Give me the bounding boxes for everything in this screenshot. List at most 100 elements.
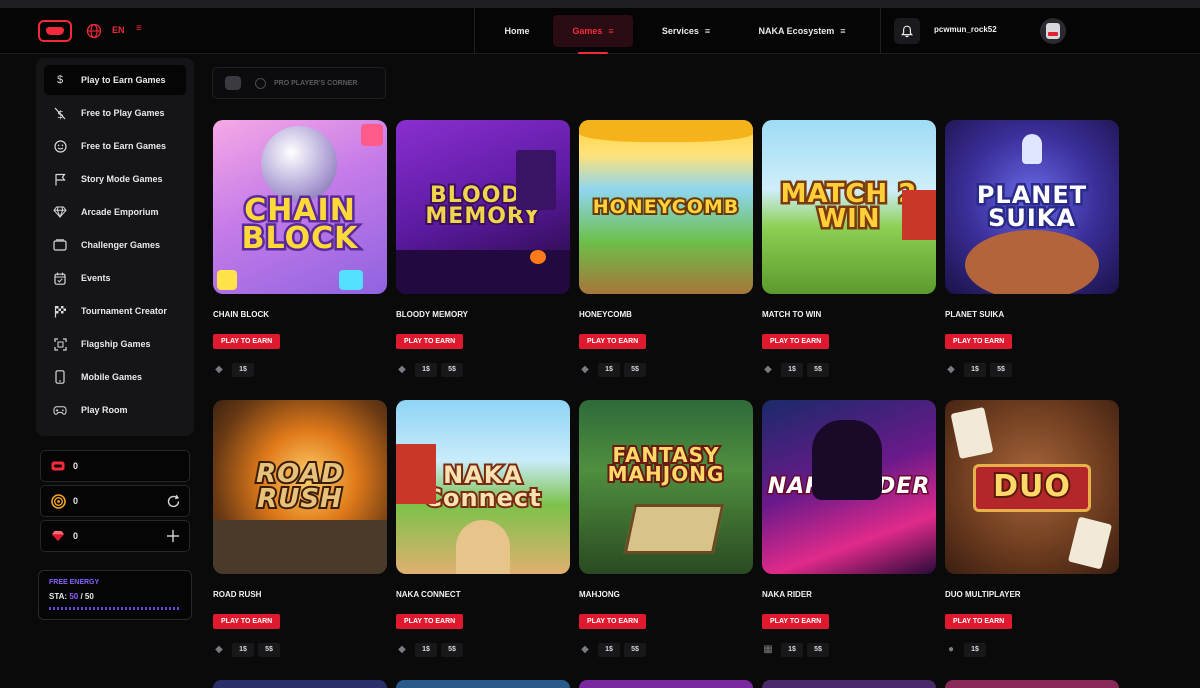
game-card-mahjong[interactable]: FANTASY MAHJONG MAHJONG PLAY TO EARN ◆ 1… [579,400,753,657]
game-title[interactable]: MATCH TO WIN [762,310,821,319]
entry-fee[interactable]: 5$ [441,642,463,657]
notifications-button[interactable] [894,18,920,44]
nav-services[interactable]: Services ≡ [646,15,726,47]
sidebar-item-free-to-play[interactable]: $ Free to Play Games [44,98,186,128]
nav-services-label: Services [661,26,699,36]
ruby-icon [50,528,66,544]
language-menu-icon[interactable]: ≡ [136,23,142,34]
naka-logo-icon[interactable] [38,20,72,42]
game-card-match-to-win[interactable]: MATCH 2 WIN MATCH TO WIN PLAY TO EARN ◆ … [762,120,936,377]
ruby-balance: 0 [40,520,190,552]
sidebar-item-play-room[interactable]: Play Room [44,395,186,425]
entry-fee[interactable]: 1$ [415,642,437,657]
sidebar-item-challenger-games[interactable]: Challenger Games [44,230,186,260]
sidebar-item-play-to-earn[interactable]: $ Play to Earn Games [44,65,186,95]
language-selector[interactable]: EN [112,25,125,35]
nav-naka-ecosystem[interactable]: NAKA Ecosystem ≡ [742,15,862,47]
pro-players-corner-toggle[interactable]: PRO PLAYER'S CORNER [212,67,386,99]
game-card-bloody-memory[interactable]: BLOODY MEMORY BLOODY MEMORY PLAY TO EARN… [396,120,570,377]
sidebar-item-label: Flagship Games [81,339,151,349]
game-title[interactable]: NAKA CONNECT [396,590,461,599]
avatar[interactable] [1040,18,1066,44]
sidebar-item-label: Events [81,273,111,283]
game-card-naka-rider[interactable]: NAKA RIDER NAKA RIDER PLAY TO EARN ▦ 1$ … [762,400,936,657]
nav-games-label: Games [572,26,603,36]
nav-home-label: Home [504,26,530,36]
game-card-partial[interactable] [213,680,387,688]
game-card-partial[interactable] [762,680,936,688]
sidebar-item-tournament-creator[interactable]: Tournament Creator [44,296,186,326]
game-thumbnail[interactable]: HONEYCOMB [579,120,753,294]
entry-fee[interactable]: 5$ [258,642,280,657]
game-title[interactable]: HONEYCOMB [579,310,632,319]
game-card-partial[interactable] [579,680,753,688]
game-card-partial[interactable] [396,680,570,688]
game-card-duo-multiplayer[interactable]: DUO DUO MULTIPLAYER PLAY TO EARN ● 1$ [945,400,1119,657]
game-thumbnail[interactable]: ROAD RUSH [213,400,387,574]
calendar-icon [53,271,67,285]
play-to-earn-badge: PLAY TO EARN [762,614,830,629]
sidebar-item-mobile-games[interactable]: Mobile Games [44,362,186,392]
game-card-naka-connect[interactable]: NAKA Connect NAKA CONNECT PLAY TO EARN ◆… [396,400,570,657]
dollar-icon: $ [56,74,64,86]
pro-corner-label: PRO PLAYER'S CORNER [274,79,358,87]
game-thumbnail[interactable]: MATCH 2 WIN [762,120,936,294]
entry-fee[interactable]: 1$ [781,642,803,657]
entry-fee[interactable]: 5$ [807,362,829,377]
game-thumbnail[interactable]: NAKA RIDER [762,400,936,574]
entry-fee[interactable]: 1$ [598,362,620,377]
entry-fee[interactable]: 5$ [441,362,463,377]
game-thumbnail[interactable]: BLOODY MEMORY [396,120,570,294]
plus-icon[interactable] [165,528,181,544]
nav-home[interactable]: Home [494,15,540,47]
entry-fee[interactable]: 5$ [990,362,1012,377]
username-label[interactable]: pcwmun_rock52 [934,25,997,34]
entry-fee[interactable]: 1$ [232,642,254,657]
game-card-chain-block[interactable]: CHAIN BLOCK CHAIN BLOCK PLAY TO EARN ◆ 1… [213,120,387,377]
entry-fee-row: ◆ 1$ [213,362,258,377]
stamina-readout: STA: 50 / 50 [49,592,94,601]
game-title[interactable]: ROAD RUSH [213,590,261,599]
sidebar-item-arcade-emporium[interactable]: Arcade Emporium [44,197,186,227]
game-title[interactable]: MAHJONG [579,590,620,599]
game-title[interactable]: BLOODY MEMORY [396,310,468,319]
tag-icon: ◆ [581,364,589,375]
globe-icon[interactable] [86,23,102,39]
entry-fee[interactable]: 5$ [807,642,829,657]
entry-fee[interactable]: 1$ [964,362,986,377]
sidebar-item-flagship-games[interactable]: Flagship Games [44,329,186,359]
entry-fee-row: ◆ 1$ 5$ [396,642,467,657]
stamina-prefix: STA: [49,592,68,601]
refresh-icon[interactable] [165,493,181,509]
entry-fee[interactable]: 5$ [624,362,646,377]
game-thumbnail[interactable]: NAKA Connect [396,400,570,574]
game-thumbnail[interactable]: PLANET SUIKA [945,120,1119,294]
game-title[interactable]: CHAIN BLOCK [213,310,269,319]
entry-fee[interactable]: 1$ [964,642,986,657]
gold-balance: 0 [40,485,190,517]
game-card-planet-suika[interactable]: PLANET SUIKA PLANET SUIKA PLAY TO EARN ◆… [945,120,1119,377]
game-title[interactable]: NAKA RIDER [762,590,812,599]
gamepad-icon [53,403,67,417]
entry-fee[interactable]: 5$ [624,642,646,657]
entry-fee[interactable]: 1$ [781,362,803,377]
entry-fee[interactable]: 1$ [415,362,437,377]
top-navigation-bar: EN ≡ Home Games ≡ Services ≡ NAKA Ecosys… [0,8,1200,54]
game-thumbnail[interactable]: DUO [945,400,1119,574]
entry-fee[interactable]: 1$ [232,362,254,377]
sidebar-item-story-mode[interactable]: Story Mode Games [44,164,186,194]
game-title[interactable]: PLANET SUIKA [945,310,1004,319]
entry-fee[interactable]: 1$ [598,642,620,657]
game-card-partial[interactable] [945,680,1119,688]
entry-fee-row: ◆ 1$ 5$ [762,362,833,377]
sidebar-item-events[interactable]: Events [44,263,186,293]
sidebar-item-free-to-earn[interactable]: Free to Earn Games [44,131,186,161]
nav-games[interactable]: Games ≡ [553,15,633,47]
game-card-road-rush[interactable]: ROAD RUSH ROAD RUSH PLAY TO EARN ◆ 1$ 5$ [213,400,387,657]
game-title[interactable]: DUO MULTIPLAYER [945,590,1021,599]
game-card-honeycomb[interactable]: HONEYCOMB HONEYCOMB PLAY TO EARN ◆ 1$ 5$ [579,120,753,377]
game-thumbnail[interactable]: FANTASY MAHJONG [579,400,753,574]
radio-checkbox[interactable] [255,77,266,89]
game-thumbnail[interactable]: CHAIN BLOCK [213,120,387,294]
stamina-current: 50 [69,592,79,601]
